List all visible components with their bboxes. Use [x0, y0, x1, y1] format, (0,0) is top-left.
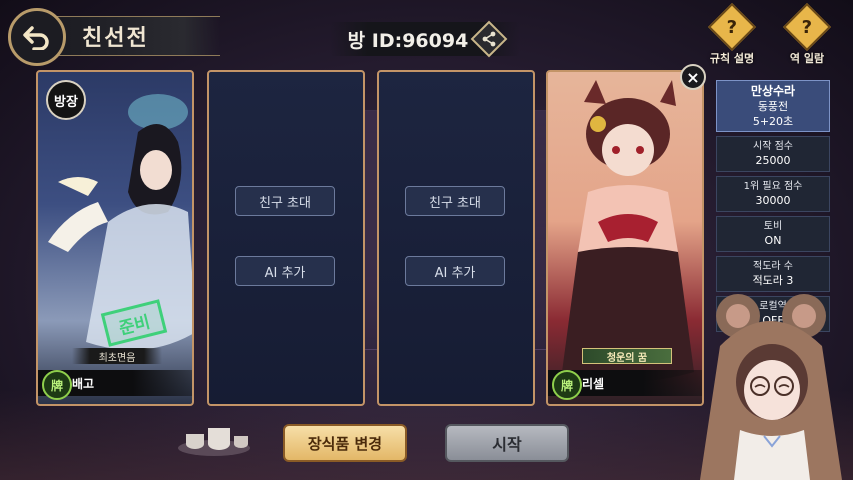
question-icon: ?: [782, 2, 832, 52]
player-name: 리셀: [582, 376, 605, 391]
setting-row: 토비 ON: [716, 216, 830, 252]
player-card-4[interactable]: 청운의 꿈 牌 리셀: [546, 70, 704, 406]
match-type: 동풍전: [757, 99, 789, 113]
time-setting: 5+20초: [752, 114, 794, 128]
add-ai-button[interactable]: AI 추가: [405, 256, 505, 286]
back-button[interactable]: [8, 8, 66, 66]
streamer-avatar: [700, 294, 842, 480]
page-title-bar: 친선전: [40, 16, 220, 56]
player-rank-icon: 牌: [552, 370, 582, 400]
setting-value: 25000: [755, 154, 791, 167]
share-icon: [482, 31, 496, 47]
host-badge: 방장: [46, 80, 86, 120]
setting-label: 적도라 수: [753, 261, 793, 272]
invite-friend-button[interactable]: 친구 초대: [235, 186, 335, 216]
close-icon[interactable]: ×: [680, 64, 706, 90]
mode-name: 만상수라: [750, 83, 796, 98]
rules-button[interactable]: ? 규칙 설명: [707, 2, 757, 68]
start-button[interactable]: 시작: [445, 424, 569, 462]
player-title: 최초면음: [72, 348, 162, 364]
player-name: 배고: [72, 376, 95, 391]
empty-slot-2: 친구 초대 AI 추가: [207, 70, 365, 406]
setting-label: 1위 필요 점수: [743, 181, 803, 192]
yaku-list-button[interactable]: ? 역 일람: [782, 2, 832, 68]
teacup-decoration: [178, 428, 250, 456]
invite-friend-button[interactable]: 친구 초대: [405, 186, 505, 216]
setting-value: ON: [764, 234, 782, 247]
player-rank-icon: 牌: [42, 370, 72, 400]
setting-label: 시작 점수: [753, 141, 793, 152]
player-card-1[interactable]: 방장 준비 최초면음 牌 배고: [36, 70, 194, 406]
book-icon: ?: [707, 2, 757, 52]
empty-slot-3: 친구 초대 AI 추가: [377, 70, 535, 406]
player-title: 청운의 꿈: [582, 348, 672, 364]
add-ai-button[interactable]: AI 추가: [235, 256, 335, 286]
change-decor-button[interactable]: 장식품 변경: [283, 424, 407, 462]
setting-row: 1위 필요 점수 30000: [716, 176, 830, 212]
setting-row: 시작 점수 25000: [716, 136, 830, 172]
setting-value: 30000: [755, 194, 791, 207]
yaku-list-label: 역 일람: [789, 52, 825, 65]
room-id-text: 방 ID:96094: [347, 29, 469, 52]
mode-header: 만상수라 동풍전 5+20초: [716, 80, 830, 132]
room-id-bar: 방 ID:96094: [330, 20, 520, 58]
share-button[interactable]: [470, 20, 508, 58]
rules-label: 규칙 설명: [709, 52, 755, 65]
setting-label: 토비: [763, 221, 783, 232]
page-title: 친선전: [82, 26, 149, 51]
back-arrow-icon: [23, 26, 49, 50]
